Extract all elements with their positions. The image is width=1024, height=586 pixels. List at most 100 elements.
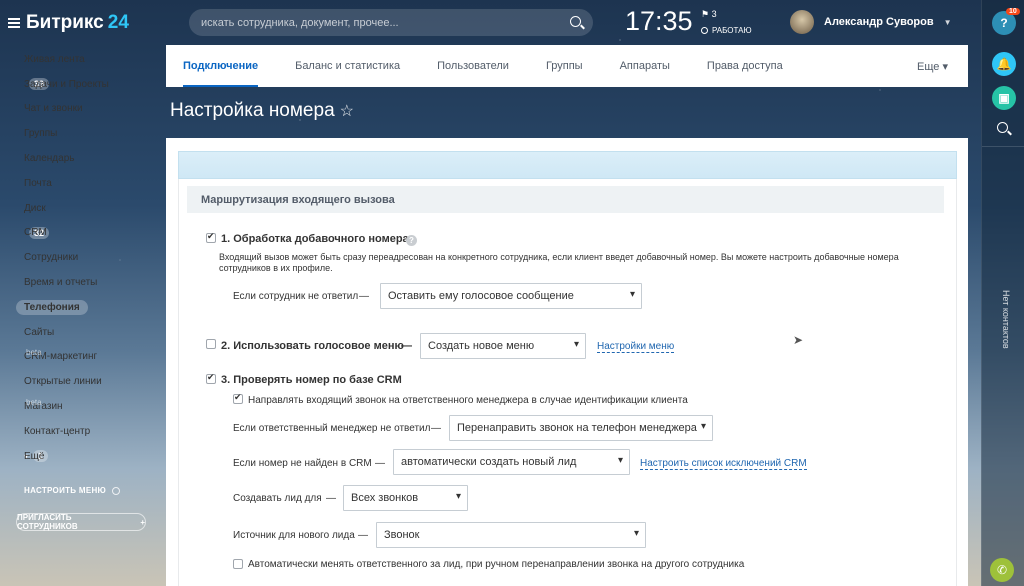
help-count: 10 (1006, 8, 1020, 15)
plus-icon: + (140, 517, 145, 527)
dash: — (431, 423, 441, 434)
sidebar-item[interactable]: Живая лента (16, 47, 156, 72)
search-input[interactable] (201, 16, 561, 29)
logo-text: Битрикс (26, 12, 104, 33)
tab-item[interactable]: Подключение (183, 45, 259, 87)
not-found-label: Если номер не найден в CRM (233, 458, 372, 469)
sidebar-item-label: Время и отчеты (24, 277, 98, 289)
sidebar-item[interactable]: Ещё ▾ 1 (16, 444, 156, 469)
sidebar-item[interactable]: Сайты (16, 320, 156, 345)
search-bar[interactable] (189, 9, 593, 36)
sidebar-item-label: Диск (24, 202, 46, 214)
tab-more-label: Еще (917, 61, 940, 73)
sidebar-item[interactable]: Сотрудники (16, 245, 156, 270)
create-lead-label: Создавать лид для (233, 493, 322, 504)
sidebar-item[interactable]: CRM 32 (16, 221, 156, 246)
tab-item[interactable]: Аппараты (620, 45, 670, 87)
dash: — (401, 340, 412, 352)
sidebar-item-label: Контакт-центр (24, 425, 91, 437)
left-sidebar: Битрикс 24 Живая лента Задачи и Проекты 39 Ч… (0, 0, 160, 586)
gear-icon (112, 486, 121, 495)
chat-icon: ▣ (998, 91, 1010, 105)
auto-change-owner-label: Автоматически менять ответственного за л… (248, 559, 745, 570)
flag-icon: ⚑ (701, 9, 710, 19)
mouse-cursor-icon: ➤ (793, 333, 804, 347)
question-icon: ? (1000, 16, 1008, 30)
option-3-label: 3. Проверять номер по базе CRM (221, 374, 402, 386)
sidebar-item[interactable]: Телефония (16, 295, 156, 320)
help-icon[interactable]: ? (406, 235, 417, 246)
sidebar-item-label: Чат и звонки (24, 103, 83, 115)
option-2-label: 2. Использовать голосовое меню (221, 340, 404, 352)
logo[interactable]: Битрикс 24 (8, 12, 129, 34)
contacts-search-icon[interactable] (997, 122, 1008, 133)
sidebar-item[interactable]: Контакт-центр (16, 419, 156, 444)
messenger-button[interactable]: ▣ (992, 86, 1016, 110)
option-3-checkbox[interactable] (206, 372, 216, 384)
work-status-label: РАБОТАЮ (712, 26, 752, 35)
work-status[interactable]: РАБОТАЮ (701, 26, 752, 35)
dash: — (375, 458, 385, 469)
not-found-select[interactable]: автоматически создать новый лид (393, 449, 630, 475)
tab-item[interactable]: Пользователи (437, 45, 509, 87)
sidebar-item[interactable]: Чат и звонки (16, 97, 156, 122)
main-content: Маршрутизация входящего вызова 1. Обрабо… (166, 138, 968, 586)
manager-no-answer-label: Если ответственный менеджер не ответил (233, 423, 431, 434)
sidebar-item[interactable]: Открытые линии (16, 369, 156, 394)
configure-menu-button[interactable]: НАСТРОИТЬ МЕНЮ (24, 486, 121, 495)
dash: — (359, 291, 369, 302)
option-2-checkbox[interactable] (206, 339, 216, 349)
voice-menu-select[interactable]: Создать новое меню (420, 333, 586, 359)
no-answer-select[interactable]: Оставить ему голосовое сообщение (380, 283, 642, 309)
option-1-checkbox[interactable] (206, 231, 216, 243)
user-menu[interactable]: Александр Суворов ▼ (790, 10, 952, 34)
notifications-button[interactable]: 🔔 (992, 52, 1016, 76)
search-icon[interactable] (570, 16, 581, 27)
voice-menu-value: Создать новое меню (428, 340, 535, 352)
redirect-to-manager-checkbox[interactable] (233, 392, 243, 404)
create-lead-select[interactable]: Всех звонков (343, 485, 468, 511)
phone-button[interactable]: ✆ (990, 558, 1014, 582)
flag-counter[interactable]: ⚑ 3 (701, 9, 717, 20)
sidebar-item[interactable]: Магазин beta (16, 394, 156, 419)
sidebar-item[interactable]: Почта (16, 171, 156, 196)
redirect-to-manager-label: Направлять входящий звонок на ответствен… (248, 395, 688, 406)
logo-number: 24 (107, 12, 129, 33)
sidebar-menu: Живая лента Задачи и Проекты 39 Чат и звонк… (16, 47, 156, 469)
chevron-down-icon: ▼ (943, 17, 952, 27)
sidebar-item[interactable]: Календарь (16, 146, 156, 171)
sidebar-item-label: Открытые линии (24, 376, 102, 388)
menu-icon[interactable] (8, 18, 20, 28)
sidebar-item[interactable]: Задачи и Проекты 39 (16, 72, 156, 97)
user-name: Александр Суворов (824, 16, 934, 28)
manager-no-answer-select[interactable]: Перенаправить звонок на телефон менеджер… (449, 415, 713, 441)
sidebar-item[interactable]: Время и отчеты (16, 270, 156, 295)
tab-item[interactable]: Баланс и статистика (295, 45, 400, 87)
invite-employees-button[interactable]: ПРИГЛАСИТЬ СОТРУДНИКОВ + (16, 513, 146, 531)
no-contacts-label: Нет контактов (1001, 290, 1011, 349)
tab-item[interactable]: Права доступа (707, 45, 783, 87)
right-panel: ? 10 🔔 ▣ Нет контактов (981, 0, 1024, 586)
tab-more-button[interactable]: Еще ▾ (917, 60, 948, 73)
sidebar-item[interactable]: CRM-маркетинг beta (16, 345, 156, 370)
bell-icon: 🔔 (996, 57, 1012, 71)
sidebar-item[interactable]: Группы (16, 121, 156, 146)
lead-source-value: Звонок (384, 529, 420, 541)
auto-change-owner-checkbox[interactable] (233, 559, 243, 569)
beta-tag: beta (26, 398, 42, 408)
configure-menu-label: НАСТРОИТЬ МЕНЮ (24, 486, 107, 495)
sidebar-item[interactable]: Диск (16, 196, 156, 221)
crm-exclusions-link[interactable]: Настроить список исключений CRM (640, 458, 807, 470)
lead-source-label: Источник для нового лида (233, 530, 355, 541)
page-title: Настройка номера ☆ (170, 100, 354, 122)
star-icon[interactable]: ☆ (340, 103, 354, 120)
flag-count: 3 (711, 9, 717, 19)
sidebar-item-label: Телефония (16, 299, 88, 315)
clock[interactable]: 17:35 (625, 6, 693, 37)
sidebar-item-label: Календарь (24, 153, 75, 165)
dash: — (326, 493, 336, 504)
tab-item[interactable]: Группы (546, 45, 583, 87)
voice-menu-settings-link[interactable]: Настройки меню (597, 341, 675, 353)
lead-source-select[interactable]: Звонок (376, 522, 646, 548)
tab-bar: Подключение Баланс и статистика Пользовате… (166, 45, 968, 87)
